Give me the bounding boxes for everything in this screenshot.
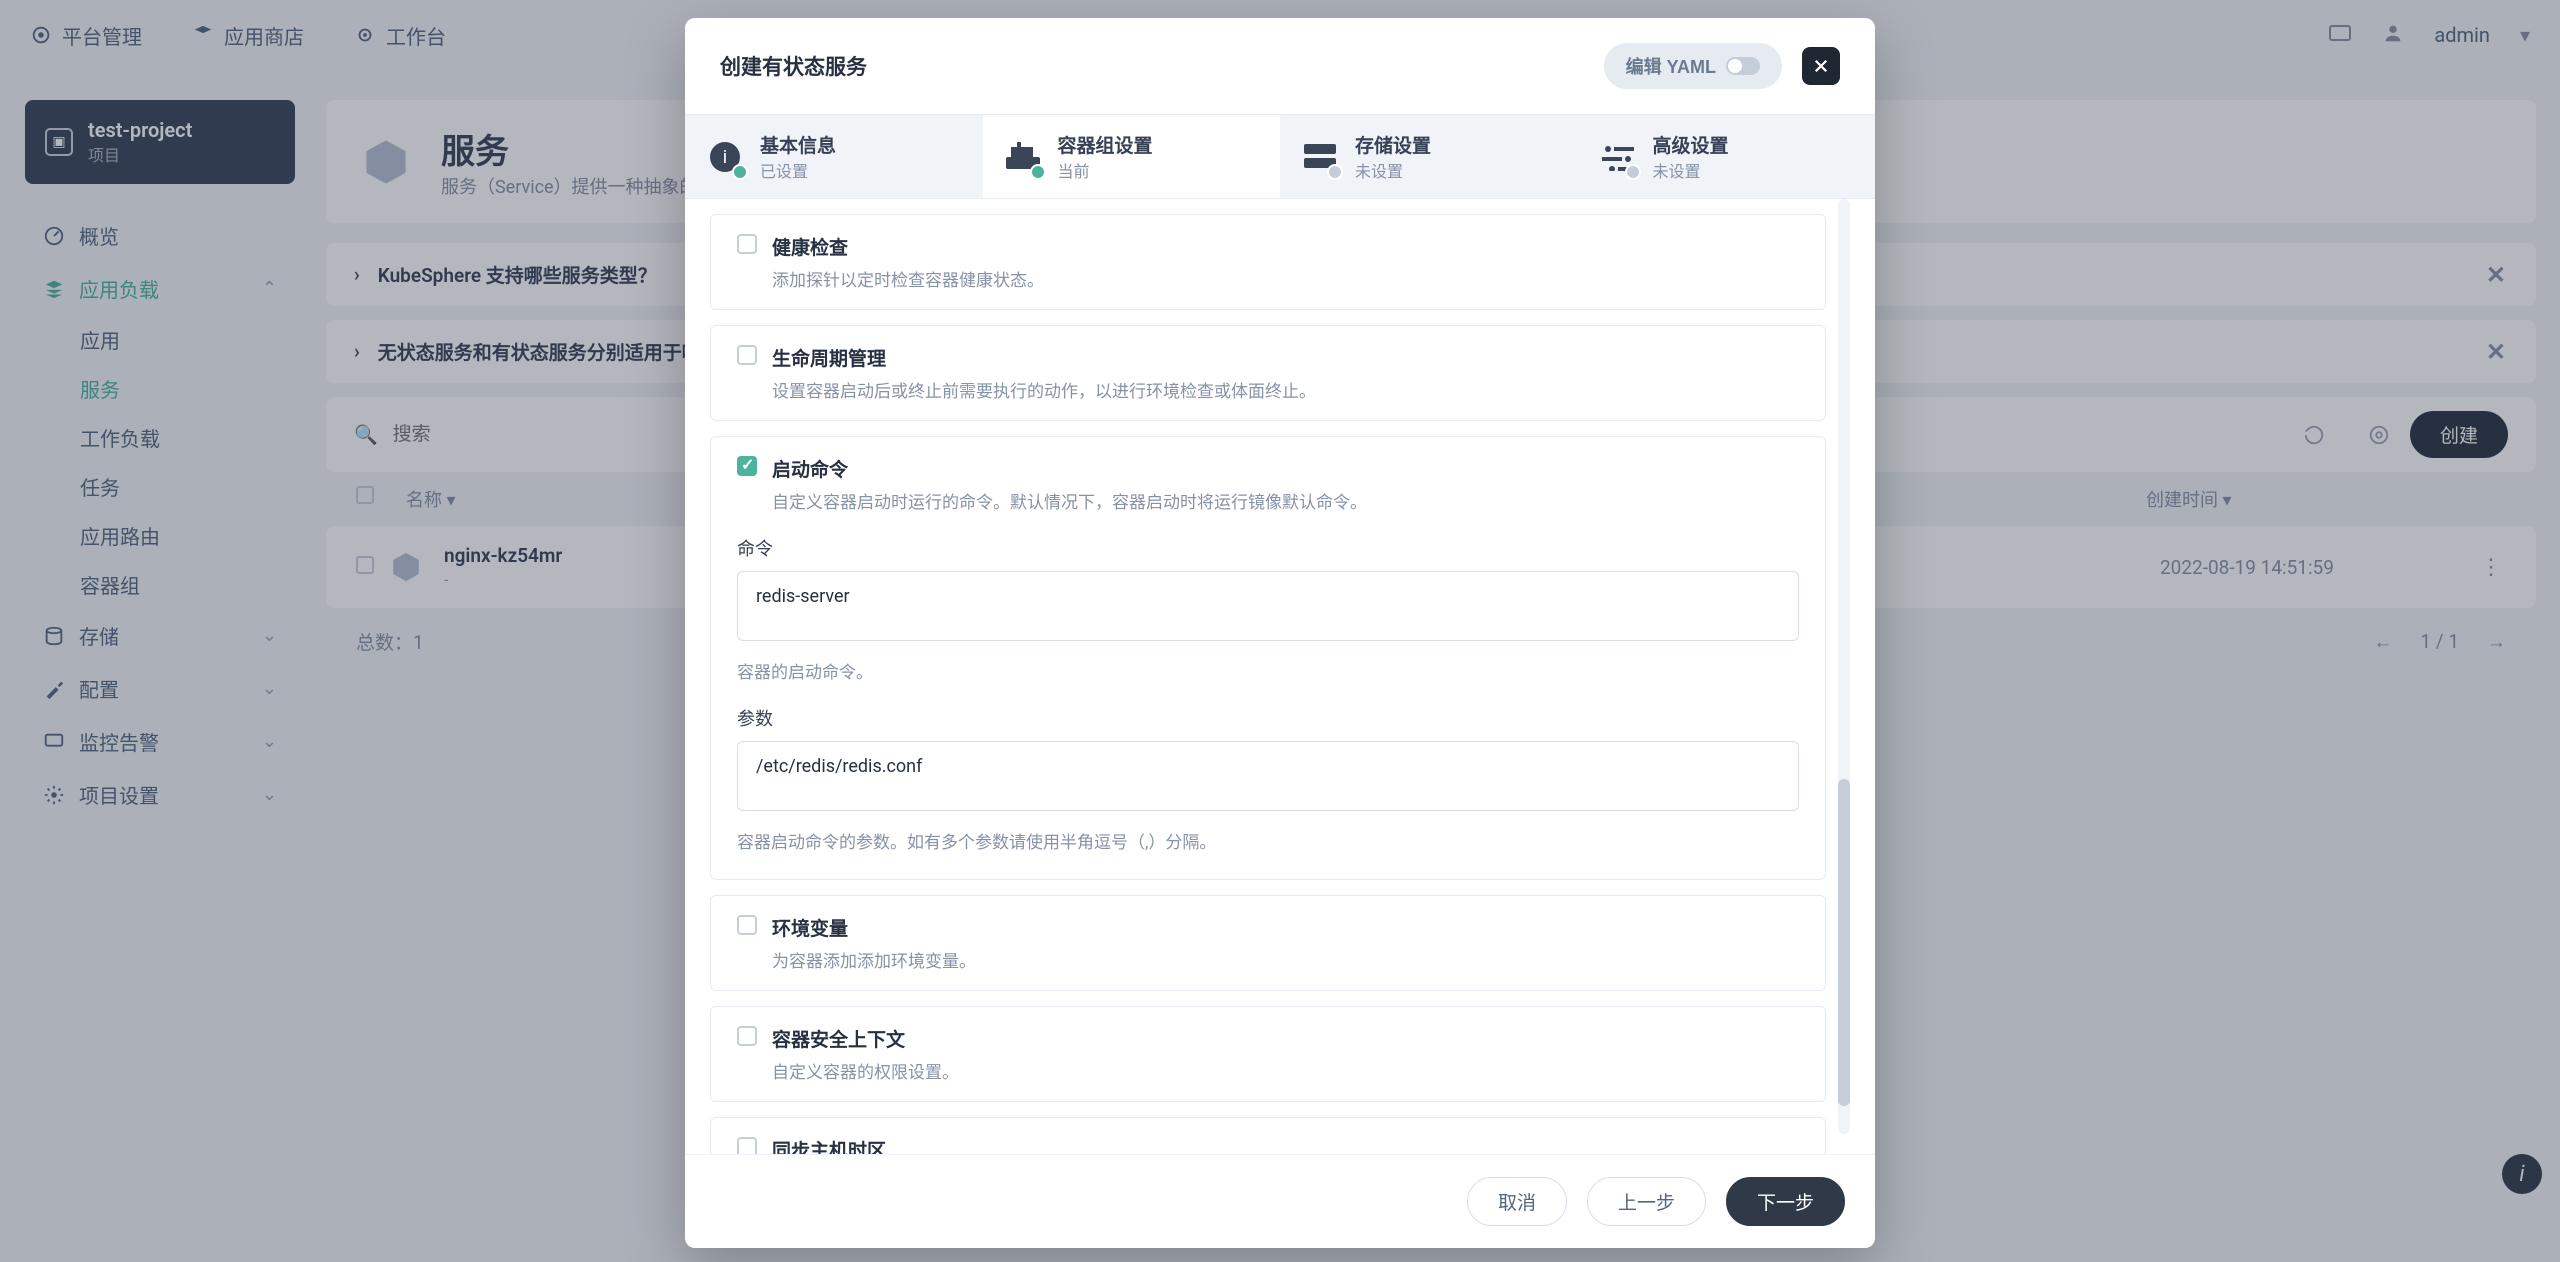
modal-title: 创建有状态服务 (720, 51, 1584, 81)
lifecycle-title: 生命周期管理 (772, 344, 1316, 371)
edit-yaml-label: 编辑 YAML (1626, 53, 1716, 79)
sec-desc: 自定义容器的权限设置。 (772, 1058, 959, 1083)
status-pending-icon (1327, 164, 1343, 180)
next-button[interactable]: 下一步 (1726, 1177, 1845, 1226)
card-lifecycle[interactable]: 生命周期管理 设置容器启动后或终止前需要执行的动作，以进行环境检查或体面终止。 (710, 325, 1826, 421)
lifecycle-desc: 设置容器启动后或终止前需要执行的动作，以进行环境检查或体面终止。 (772, 377, 1316, 402)
tz-title: 同步主机时区 (772, 1136, 959, 1154)
step-basic-status: 已设置 (760, 158, 836, 182)
card-start-command: 启动命令 自定义容器启动时运行的命令。默认情况下，容器启动时将运行镜像默认命令。… (710, 436, 1826, 880)
cmd-hint: 容器的启动命令。 (737, 658, 1799, 683)
card-env[interactable]: 环境变量 为容器添加添加环境变量。 (710, 895, 1826, 991)
advanced-icon (1598, 137, 1638, 177)
start-cmd-desc: 自定义容器启动时运行的命令。默认情况下，容器启动时将运行镜像默认命令。 (772, 488, 1799, 513)
step-nav: i 基本信息已设置 容器组设置当前 存储设置未设置 高级设置未设置 (685, 114, 1875, 199)
env-desc: 为容器添加添加环境变量。 (772, 947, 976, 972)
health-checkbox[interactable] (737, 234, 757, 254)
close-icon (1812, 57, 1830, 75)
scrollbar-thumb[interactable] (1838, 779, 1850, 1106)
status-current-icon (1030, 164, 1046, 180)
pod-settings-icon (1003, 137, 1043, 177)
sec-checkbox[interactable] (737, 1026, 757, 1046)
health-desc: 添加探针以定时检查容器健康状态。 (772, 266, 1044, 291)
storage-icon (1300, 137, 1340, 177)
cmd-label: 命令 (737, 535, 1799, 561)
step-pod[interactable]: 容器组设置当前 (983, 115, 1281, 198)
env-title: 环境变量 (772, 914, 976, 941)
modal-scrollbar[interactable] (1838, 199, 1850, 1134)
step-storage-status: 未设置 (1355, 158, 1431, 182)
create-stateful-modal: 创建有状态服务 编辑 YAML i 基本信息已设置 容器组设置当前 (685, 18, 1875, 1248)
card-security-context[interactable]: 容器安全上下文 自定义容器的权限设置。 (710, 1006, 1826, 1102)
tz-checkbox[interactable] (737, 1137, 757, 1154)
edit-yaml-button[interactable]: 编辑 YAML (1604, 43, 1782, 89)
step-pod-status: 当前 (1058, 158, 1153, 182)
step-storage-title: 存储设置 (1355, 131, 1431, 158)
start-cmd-checkbox[interactable] (737, 456, 757, 476)
step-adv-status: 未设置 (1653, 158, 1729, 182)
step-basic[interactable]: i 基本信息已设置 (685, 115, 983, 198)
step-adv-title: 高级设置 (1653, 131, 1729, 158)
step-basic-title: 基本信息 (760, 131, 836, 158)
yaml-toggle[interactable] (1726, 57, 1760, 75)
start-cmd-title: 启动命令 (772, 455, 1799, 482)
modal-body: 健康检查 添加探针以定时检查容器健康状态。 生命周期管理 设置容器启动后或终止前… (685, 199, 1875, 1154)
step-advanced[interactable]: 高级设置未设置 (1578, 115, 1876, 198)
sec-title: 容器安全上下文 (772, 1025, 959, 1052)
svg-text:i: i (723, 147, 727, 168)
card-health-check[interactable]: 健康检查 添加探针以定时检查容器健康状态。 (710, 214, 1826, 310)
health-title: 健康检查 (772, 233, 1044, 260)
params-hint: 容器启动命令的参数。如有多个参数请使用半角逗号（,）分隔。 (737, 828, 1799, 853)
cancel-button[interactable]: 取消 (1467, 1177, 1567, 1226)
status-done-icon (732, 164, 748, 180)
lifecycle-checkbox[interactable] (737, 345, 757, 365)
params-input[interactable] (737, 741, 1799, 811)
card-sync-timezone[interactable]: 同步主机时区 同步容器与主机的时区。 (710, 1117, 1826, 1154)
step-storage[interactable]: 存储设置未设置 (1280, 115, 1578, 198)
basic-info-icon: i (705, 137, 745, 177)
modal-footer: 取消 上一步 下一步 (685, 1154, 1875, 1248)
env-checkbox[interactable] (737, 915, 757, 935)
prev-button[interactable]: 上一步 (1587, 1177, 1706, 1226)
cmd-input[interactable] (737, 571, 1799, 641)
modal-close-button[interactable] (1802, 47, 1840, 85)
status-pending-icon (1625, 164, 1641, 180)
params-label: 参数 (737, 705, 1799, 731)
step-pod-title: 容器组设置 (1058, 131, 1153, 158)
modal-header: 创建有状态服务 编辑 YAML (685, 18, 1875, 114)
